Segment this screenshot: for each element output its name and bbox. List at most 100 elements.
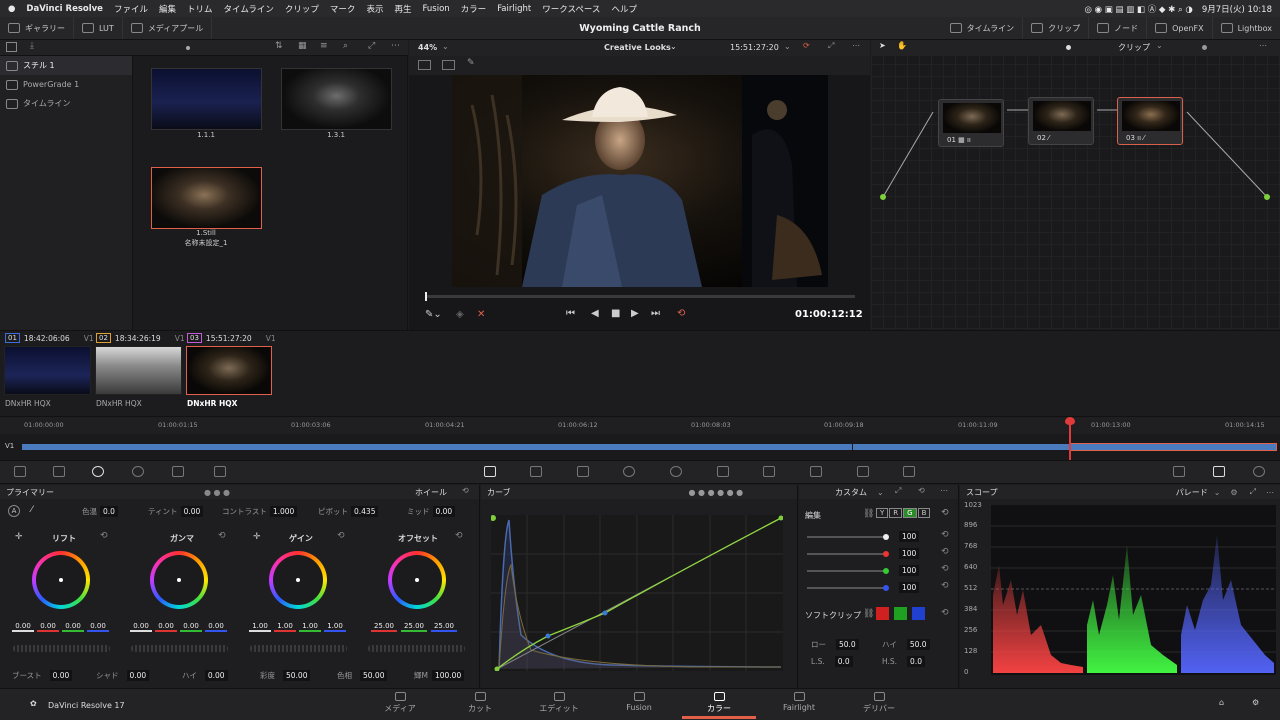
still-thumbnail-selected[interactable] — [151, 167, 262, 229]
gain-master-wheel[interactable] — [250, 645, 347, 652]
pivot-field[interactable]: ピボット 0.435 — [318, 506, 379, 517]
menu-mark[interactable]: マーク — [330, 3, 356, 15]
chevron-down-icon[interactable]: ⌄ — [1214, 488, 1221, 497]
reset-icon[interactable]: ⟲ — [941, 547, 949, 557]
intensity-slider-g[interactable] — [807, 568, 889, 574]
saturation-field[interactable]: 彩度 50.00 — [260, 670, 311, 681]
lightbox-button[interactable]: Lightbox — [1213, 17, 1280, 39]
viewer-timecode[interactable]: 01:00:12:12 — [795, 309, 863, 320]
intensity-value-y[interactable]: 100 — [899, 531, 920, 542]
highlight-mode-icon[interactable]: ◈ — [456, 309, 464, 320]
reset-icon[interactable]: ⟲ — [941, 564, 949, 574]
menu-view[interactable]: 表示 — [366, 3, 383, 15]
motion-effects-icon[interactable] — [172, 466, 184, 477]
gamma-values[interactable]: 0.00 0.00 0.00 0.00 — [130, 622, 227, 632]
lut-button[interactable]: LUT — [74, 17, 123, 39]
viewer-timecode-top[interactable]: 15:51:27:20 — [730, 43, 779, 52]
hue-field[interactable]: 色相 50.00 — [337, 670, 388, 681]
softclip-g-toggle[interactable] — [894, 607, 907, 620]
page-fairlight[interactable]: Fairlight — [764, 692, 834, 712]
tracker-icon[interactable] — [670, 466, 682, 477]
menu-clip[interactable]: クリップ — [285, 3, 319, 15]
reset-icon[interactable]: ⟲ — [455, 531, 463, 541]
hand-icon[interactable]: ✋ — [897, 41, 907, 50]
intensity-value-g[interactable]: 100 — [899, 565, 920, 576]
intensity-value-r[interactable]: 100 — [899, 548, 920, 559]
window-icon[interactable] — [623, 466, 635, 477]
node-button[interactable]: ノード — [1089, 17, 1148, 39]
hdr-icon[interactable] — [214, 466, 226, 477]
reset-icon[interactable]: ⟲ — [941, 508, 949, 518]
sizing-icon[interactable] — [857, 466, 869, 477]
curves-icon[interactable] — [484, 466, 496, 477]
offset-values[interactable]: 25.00 25.00 25.00 — [371, 622, 457, 632]
qualifier-icon[interactable] — [577, 466, 589, 477]
app-menu[interactable]: DaVinci Resolve — [26, 4, 103, 14]
scopes-icon[interactable] — [1213, 466, 1225, 477]
chevron-down-icon[interactable]: ⌄ — [442, 42, 449, 51]
channel-b-toggle[interactable]: B — [917, 508, 931, 518]
sync-icon[interactable]: ⟳ — [803, 41, 810, 50]
crosshair-icon[interactable]: ✛ — [253, 532, 261, 542]
page-deliver[interactable]: デリバー — [844, 692, 914, 714]
menu-file[interactable]: ファイル — [114, 3, 148, 15]
high-soft-field[interactable]: H.S. 0.0 — [882, 656, 925, 667]
clip-thumbnail[interactable] — [95, 346, 182, 395]
split-screen-icon[interactable] — [442, 60, 455, 70]
offset-master-wheel[interactable] — [368, 645, 465, 652]
node-01[interactable]: 01 ▦ ıı — [938, 99, 1004, 147]
menu-trim[interactable]: トリム — [187, 3, 213, 15]
look-dropdown[interactable]: Creative Looks — [604, 43, 671, 52]
link-icon[interactable]: ⛓ — [863, 609, 874, 619]
menu-help[interactable]: ヘルプ — [611, 3, 637, 15]
color-boost-field[interactable]: ブースト 0.00 — [12, 670, 73, 681]
reset-icon[interactable]: ⟲ — [941, 581, 949, 591]
offset-wheel[interactable] — [388, 551, 446, 609]
key-icon[interactable] — [810, 466, 822, 477]
page-fusion[interactable]: Fusion — [604, 692, 674, 712]
scrubber-playhead[interactable] — [425, 292, 427, 301]
zoom-slider[interactable] — [1066, 45, 1071, 50]
scope-mode-dropdown[interactable]: パレード — [1176, 487, 1208, 498]
menu-fusion[interactable]: Fusion — [422, 4, 449, 14]
chevron-down-icon[interactable]: ⌄ — [784, 42, 791, 51]
crosshair-icon[interactable]: ✛ — [15, 532, 23, 542]
reset-icon[interactable]: ⟲ — [918, 486, 925, 495]
node-02[interactable]: 02 ⁄ — [1028, 97, 1094, 145]
skip-back-icon[interactable]: ⏮ — [566, 308, 575, 319]
lum-mix-field[interactable]: 輝M 100.00 — [414, 670, 465, 681]
page-media[interactable]: メディア — [365, 692, 435, 714]
viewer-frame[interactable] — [452, 75, 828, 287]
chevron-down-icon[interactable]: ⌄ — [877, 488, 884, 497]
menu-edit[interactable]: 編集 — [159, 3, 176, 15]
keyframes-icon[interactable] — [1173, 466, 1185, 477]
node-zoom-slider[interactable] — [1202, 45, 1207, 50]
reset-icon[interactable]: ⟲ — [337, 531, 345, 541]
page-color[interactable]: カラー — [684, 692, 754, 714]
menu-fairlight[interactable]: Fairlight — [497, 4, 531, 14]
chevron-down-icon[interactable]: ⌄ — [670, 42, 677, 51]
import-icon[interactable]: ⤓ — [30, 41, 34, 51]
page-edit[interactable]: エディット — [524, 692, 594, 714]
curve-graph[interactable] — [491, 515, 783, 671]
wipe-icon[interactable] — [418, 60, 431, 70]
settings-icon[interactable]: ⚙ — [1230, 488, 1237, 497]
auto-balance-icon[interactable]: A — [8, 505, 20, 517]
camera-raw-icon[interactable] — [14, 466, 26, 477]
expand-icon[interactable]: ⤢ — [1250, 487, 1256, 497]
apple-icon[interactable]: ● — [8, 4, 15, 14]
track-clip[interactable] — [22, 444, 852, 450]
gain-wheel[interactable] — [269, 551, 327, 609]
menu-workspace[interactable]: ワークスペース — [542, 3, 600, 15]
more-icon[interactable]: ⋯ — [1266, 488, 1274, 497]
intensity-slider-b[interactable] — [807, 585, 889, 591]
album-stills[interactable]: スチル 1 — [0, 56, 132, 75]
node-mode-dropdown[interactable]: クリップ — [1118, 42, 1150, 53]
reset-icon[interactable]: ⟲ — [218, 531, 226, 541]
eyedropper-icon[interactable]: ⁄ — [31, 505, 33, 515]
menu-timeline[interactable]: タイムライン — [224, 3, 274, 15]
chevron-down-icon[interactable]: ⌄ — [1156, 41, 1163, 50]
mute-icon[interactable]: ✕ — [477, 309, 485, 320]
menu-color[interactable]: カラー — [461, 3, 487, 15]
gamma-master-wheel[interactable] — [131, 645, 228, 652]
